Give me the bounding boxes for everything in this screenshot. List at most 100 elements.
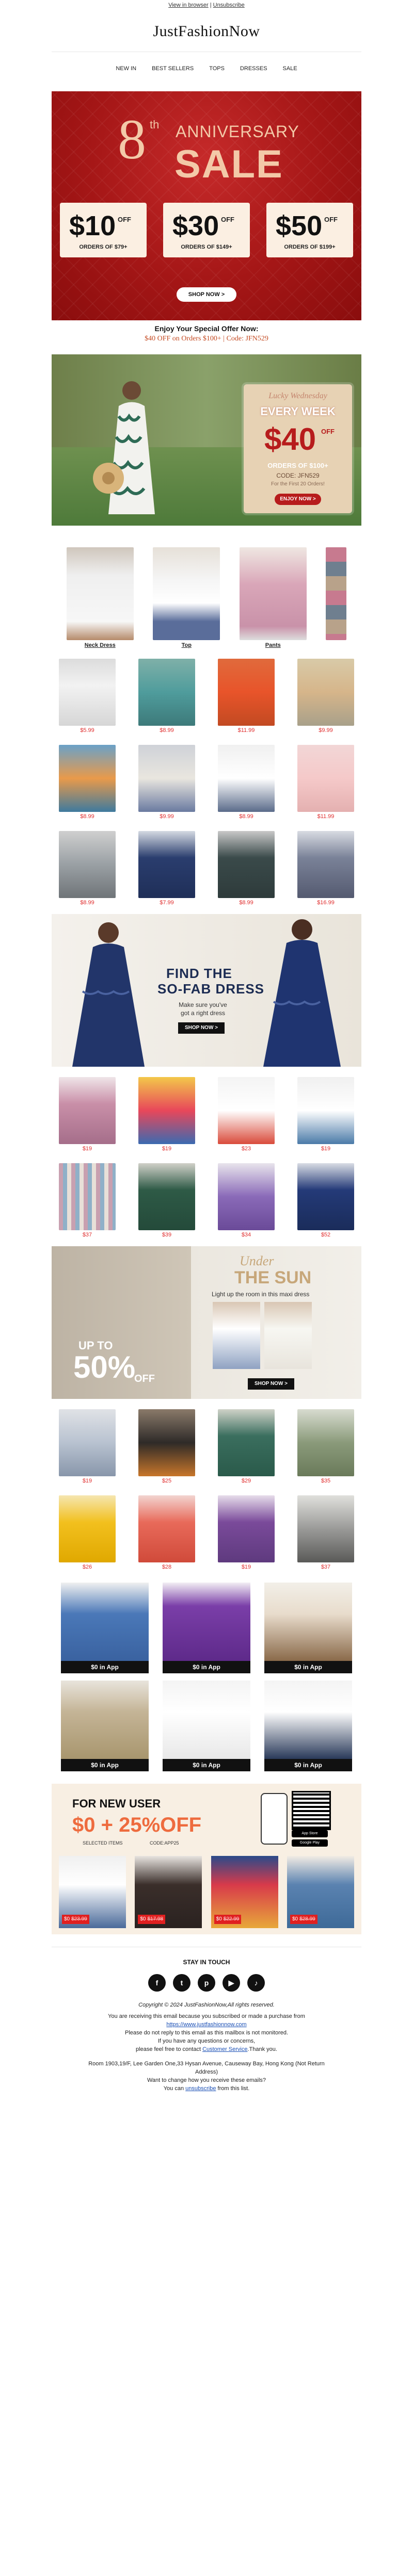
category-swatches[interactable] <box>326 547 347 648</box>
promo-first: For the First 20 Orders! <box>271 481 325 487</box>
product-card[interactable]: $19 <box>59 1409 116 1485</box>
product-price: $29 <box>241 1478 251 1484</box>
stay-in-touch: STAY IN TOUCH f t p ▶ ♪ <box>52 1947 361 1992</box>
price-was: $22.99 <box>223 1916 240 1922</box>
price-now: $0 <box>292 1916 298 1922</box>
new-user-item[interactable]: $0 $17.98 <box>135 1856 202 1928</box>
product-card[interactable]: $5.99 <box>59 659 116 735</box>
app-store-badge[interactable]: App Store <box>292 1830 328 1837</box>
app-product-grid: $0 in App $0 in App $0 in App <box>52 1681 361 1771</box>
banner1-shop-now-button[interactable]: SHOP NOW > <box>178 1022 225 1034</box>
footer-unsubscribe-link[interactable]: unsubscribe <box>185 2085 216 2092</box>
product-card[interactable]: $16.99 <box>297 831 354 907</box>
new-user-banner[interactable]: FOR NEW USER $0 + 25%OFF SELECTED ITEMS … <box>52 1784 361 1934</box>
top-links-separator: | <box>208 2 213 8</box>
new-user-title: FOR NEW USER <box>72 1797 161 1810</box>
customer-service-link[interactable]: Customer Service <box>202 2046 247 2052</box>
product-card[interactable]: $11.99 <box>218 659 275 735</box>
nav-tops[interactable]: TOPS <box>209 66 225 76</box>
view-in-browser-link[interactable]: View in browser <box>168 2 208 8</box>
product-image <box>138 1495 195 1562</box>
model-photo <box>263 919 341 1067</box>
under-the-sun-banner[interactable]: Under THE SUN Light up the room in this … <box>52 1246 361 1399</box>
product-card[interactable]: $19 <box>297 1077 354 1153</box>
product-price: $35 <box>321 1478 331 1484</box>
offer-text: Enjoy Your Special Offer Now: $40 OFF on… <box>52 320 361 346</box>
tiktok-icon[interactable]: ♪ <box>247 1974 265 1992</box>
product-card[interactable]: $19 <box>218 1495 275 1571</box>
product-image <box>218 1163 275 1230</box>
product-card[interactable]: $23 <box>218 1077 275 1153</box>
product-price: $34 <box>241 1232 251 1238</box>
product-image <box>138 1077 195 1144</box>
promo-enjoy-button[interactable]: ENJOY NOW > <box>275 494 321 505</box>
app-product-card[interactable]: $0 in App <box>163 1583 250 1673</box>
product-card[interactable]: $37 <box>297 1495 354 1571</box>
anniversary-sale-banner[interactable]: 8 th ANNIVERSARY SALE $10 OFF ORDERS OF … <box>52 91 361 320</box>
banner2-shop-now-button[interactable]: SHOP NOW > <box>248 1378 294 1390</box>
nav-dresses[interactable]: DRESSES <box>240 66 267 76</box>
product-image <box>138 831 195 898</box>
site-link[interactable]: https://www.justfashionnow.com <box>166 2021 246 2028</box>
product-card[interactable]: $9.99 <box>138 745 195 821</box>
footer-thanks: .Thank you. <box>247 2046 277 2052</box>
product-price: $8.99 <box>160 727 174 733</box>
banner2-fifty: 50% <box>73 1350 136 1384</box>
nav-new-in[interactable]: NEW IN <box>116 66 136 76</box>
google-play-badge[interactable]: Google Play <box>292 1839 328 1847</box>
banner2-off: OFF <box>134 1373 155 1384</box>
product-card[interactable]: $7.99 <box>138 831 195 907</box>
product-image <box>138 1409 195 1476</box>
product-card[interactable]: $8.99 <box>59 745 116 821</box>
new-user-item[interactable]: $0 $23.99 <box>59 1856 126 1928</box>
coupon-ticket: $30 OFF ORDERS OF $149+ <box>163 203 250 257</box>
product-card[interactable]: $37 <box>59 1163 116 1239</box>
product-card[interactable]: $8.99 <box>218 745 275 821</box>
so-fab-dress-banner[interactable]: FIND THE SO-FAB DRESS Make sure you've g… <box>52 914 361 1067</box>
product-card[interactable]: $26 <box>59 1495 116 1571</box>
app-product-card[interactable]: $0 in App <box>163 1681 250 1771</box>
product-card[interactable]: $52 <box>297 1163 354 1239</box>
unsubscribe-link[interactable]: Unsubscribe <box>213 2 245 8</box>
product-card[interactable]: $34 <box>218 1163 275 1239</box>
new-user-item[interactable]: $0 $22.99 <box>211 1856 278 1928</box>
hero-number: 8 <box>118 108 146 171</box>
brand-logo[interactable]: JustFashionNow <box>52 11 361 52</box>
product-card[interactable]: $19 <box>138 1077 195 1153</box>
new-user-item[interactable]: $0 $28.99 <box>287 1856 354 1928</box>
phone-icon <box>261 1793 288 1845</box>
facebook-icon[interactable]: f <box>148 1974 166 1992</box>
product-card[interactable]: $28 <box>138 1495 195 1571</box>
category-pants[interactable]: Pants <box>239 547 307 648</box>
product-card[interactable]: $25 <box>138 1409 195 1485</box>
product-card[interactable]: $39 <box>138 1163 195 1239</box>
app-product-card[interactable]: $0 in App <box>61 1681 149 1771</box>
product-card[interactable]: $8.99 <box>138 659 195 735</box>
lucky-wednesday-banner[interactable]: Lucky Wednesday EVERY WEEK $40 OFF ORDER… <box>52 354 361 526</box>
nav-sale[interactable]: SALE <box>283 66 297 76</box>
app-product-card[interactable]: $0 in App <box>264 1583 352 1673</box>
twitter-icon[interactable]: t <box>173 1974 190 1992</box>
copyright: Copyright © 2024 JustFashionNow,All righ… <box>138 2002 275 2008</box>
app-product-card[interactable]: $0 in App <box>264 1681 352 1771</box>
nav-best-sellers[interactable]: BEST SELLERS <box>152 66 194 76</box>
category-neck-dress[interactable]: Neck Dress <box>66 547 134 648</box>
product-image <box>138 745 195 812</box>
product-image <box>66 547 134 640</box>
product-card[interactable]: $8.99 <box>59 831 116 907</box>
youtube-icon[interactable]: ▶ <box>223 1974 240 1992</box>
product-card[interactable]: $8.99 <box>218 831 275 907</box>
banner1-sub: Make sure you've got a right dress <box>179 1001 227 1017</box>
hero-shop-now-button[interactable]: SHOP NOW > <box>177 287 236 302</box>
model-photo <box>213 1302 260 1369</box>
category-top[interactable]: Top <box>153 547 220 648</box>
product-card[interactable]: $9.99 <box>297 659 354 735</box>
product-card[interactable]: $29 <box>218 1409 275 1485</box>
product-price: $26 <box>82 1564 92 1570</box>
product-card[interactable]: $19 <box>59 1077 116 1153</box>
pinterest-icon[interactable]: p <box>198 1974 215 1992</box>
product-price: $25 <box>162 1478 172 1484</box>
app-product-card[interactable]: $0 in App <box>61 1583 149 1673</box>
product-card[interactable]: $35 <box>297 1409 354 1485</box>
product-card[interactable]: $11.99 <box>297 745 354 821</box>
